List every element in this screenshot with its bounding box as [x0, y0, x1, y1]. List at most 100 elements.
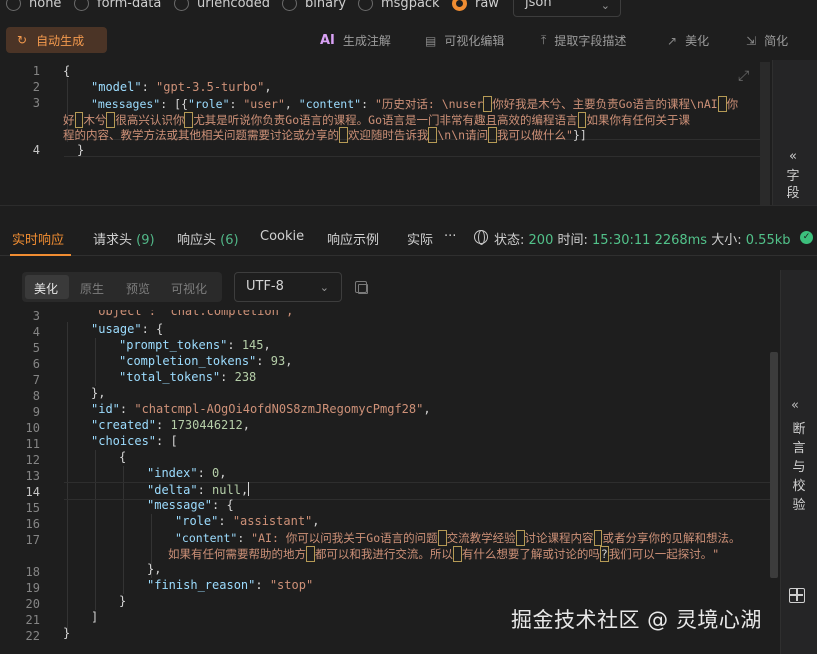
- code-line: {: [119, 450, 127, 464]
- radio-none[interactable]: none: [6, 0, 61, 12]
- response-scrollbar-thumb[interactable]: [770, 352, 778, 578]
- code-line: "finish_reason": "stop": [147, 578, 314, 592]
- code-line: "total_tokens": 238: [119, 370, 257, 384]
- code-line: }: [63, 626, 71, 640]
- radio-label: binary: [305, 0, 347, 11]
- tab-cookie[interactable]: Cookie: [260, 229, 304, 244]
- radio-label: form-data: [97, 0, 162, 11]
- copy-icon[interactable]: [355, 281, 368, 294]
- count-badge: (6): [220, 233, 239, 248]
- code-line: "usage": {: [91, 322, 164, 336]
- radio-circle-icon: [358, 0, 373, 11]
- expand-icon[interactable]: ⤢: [738, 68, 749, 84]
- view-raw[interactable]: 原生: [80, 280, 104, 297]
- field-panel-label: 字段: [786, 169, 800, 201]
- request-body-editor[interactable]: 1 2 3 4 { "model": "gpt-3.5-turbo", "mes…: [0, 60, 817, 205]
- tab-response-example[interactable]: 响应示例: [327, 229, 379, 248]
- status-code: 200: [528, 233, 554, 248]
- assertion-panel-toggle[interactable]: « 断言与校验: [780, 270, 817, 654]
- radio-circle-icon: [282, 0, 297, 11]
- line-number: 21: [25, 613, 40, 627]
- line-number: 7: [32, 373, 40, 387]
- radio-raw[interactable]: raw: [452, 0, 499, 12]
- tab-request-headers[interactable]: 请求头 (9): [93, 229, 155, 248]
- indent-guide: [95, 338, 96, 386]
- line-number: 5: [32, 341, 40, 355]
- panel-divider[interactable]: [0, 205, 817, 220]
- line-number: 19: [25, 581, 40, 595]
- view-visualize[interactable]: 可视化: [171, 280, 207, 297]
- code-line: "role": "assistant",: [175, 514, 320, 528]
- status-label: 状态:: [494, 233, 525, 248]
- radio-selected-icon: [452, 0, 467, 11]
- code-line: "id": "chatcmpl-AOgOi4ofdN0S8zmJRegomycP…: [91, 402, 431, 416]
- view-preview[interactable]: 预览: [126, 280, 150, 297]
- collapse-chevron-icon: «: [791, 398, 799, 413]
- radio-form-data[interactable]: form-data: [74, 0, 161, 12]
- line-number: 13: [25, 469, 40, 483]
- assertion-panel-label: 断言与校验: [792, 422, 806, 513]
- beautify-button[interactable]: ↗ 美化: [667, 32, 709, 49]
- auto-generate-button[interactable]: ↻ 自动生成: [6, 27, 107, 53]
- response-body-viewer[interactable]: 3 4 5 6 7 8 9 10 11 12 13 14 15 16 17 18…: [0, 310, 770, 654]
- tab-actual[interactable]: 实际: [407, 229, 433, 248]
- layout-grid-icon[interactable]: [789, 588, 805, 603]
- radio-label: urlencoded: [197, 0, 271, 11]
- indent-guide: [95, 450, 96, 610]
- line-number: 1: [32, 64, 40, 78]
- tab-label: 请求头: [93, 233, 133, 248]
- more-tabs-icon[interactable]: ···: [444, 229, 456, 244]
- auto-generate-label: 自动生成: [36, 33, 85, 48]
- radio-binary[interactable]: binary: [282, 0, 346, 12]
- field-panel-toggle[interactable]: « 字段: [772, 60, 817, 205]
- code-line: "object": "chat.completion",: [91, 310, 294, 318]
- edit-doc-icon: ▤: [425, 33, 437, 48]
- line-number: 14: [25, 485, 40, 499]
- simplify-button[interactable]: ⇲ 简化: [746, 32, 788, 49]
- line-number: 4: [32, 143, 40, 157]
- time-value: 15:30:11: [592, 233, 651, 248]
- extract-fields-button[interactable]: ⤒ 提取字段描述: [541, 32, 626, 49]
- duration-value: 2268ms: [654, 233, 708, 248]
- view-beautify[interactable]: 美化: [34, 280, 58, 297]
- code-line-wrap: 好 木兮 很高兴认识你 尤其是听说你负责Go语言的课程。Go语言是一门非常有趣且…: [63, 112, 690, 128]
- code-line: "model": "gpt-3.5-turbo",: [91, 80, 272, 94]
- code-line: },: [147, 562, 162, 576]
- tab-realtime-response[interactable]: 实时响应: [12, 229, 64, 248]
- tab-response-headers[interactable]: 响应头 (6): [177, 229, 239, 248]
- beautify-label: 美化: [685, 34, 710, 48]
- radio-label: raw: [475, 0, 499, 11]
- simplify-label: 简化: [764, 34, 789, 48]
- body-type-radio-group: none form-data urlencoded binary msgpack…: [0, 0, 817, 18]
- wand-icon: ↗: [667, 33, 678, 48]
- radio-urlencoded[interactable]: urlencoded: [174, 0, 270, 12]
- radio-msgpack[interactable]: msgpack: [358, 0, 440, 12]
- line-number: 8: [32, 389, 40, 403]
- line-number: 15: [25, 501, 40, 515]
- line-number: 3: [32, 96, 40, 110]
- text-caret: [248, 482, 250, 496]
- line-number: 12: [25, 453, 40, 467]
- code-line: "completion_tokens": 93,: [119, 354, 293, 368]
- visual-edit-button[interactable]: ▤ 可视化编辑: [425, 32, 504, 49]
- request-toolbar: ↻ 自动生成 AI 生成注解 ▤ 可视化编辑 ⤒ 提取字段描述 ↗ 美化 ⇲ 简…: [0, 22, 817, 60]
- request-editor-scrollbar[interactable]: [760, 62, 770, 205]
- line-number: 2: [32, 80, 40, 94]
- generate-comment-button[interactable]: AI 生成注解: [320, 32, 391, 49]
- code-line: "prompt_tokens": 145,: [119, 338, 271, 352]
- encoding-select[interactable]: UTF-8 ⌄: [234, 272, 342, 302]
- code-line: }: [119, 594, 127, 608]
- line-number: 22: [25, 629, 40, 643]
- check-circle-icon: ✓: [800, 231, 813, 244]
- line-number: 11: [25, 437, 40, 451]
- line-number: 3: [32, 310, 40, 323]
- active-tab-indicator: [10, 254, 71, 256]
- format-select[interactable]: json ⌄: [513, 0, 621, 17]
- view-mode-bar: 美化 原生 预览 可视化 UTF-8 ⌄: [0, 262, 770, 310]
- time-label: 时间:: [557, 233, 588, 248]
- code-line-wrap: 程的内容、教学方法或其他相关问题需要讨论或分享的 欢迎随时告诉我 \n\n请问 …: [63, 127, 587, 143]
- globe-icon: [474, 230, 488, 245]
- code-line: "delta": null,: [147, 482, 250, 497]
- line-number: 17: [25, 533, 40, 547]
- code-line: "messages": [{"role": "user", "content":…: [91, 96, 739, 112]
